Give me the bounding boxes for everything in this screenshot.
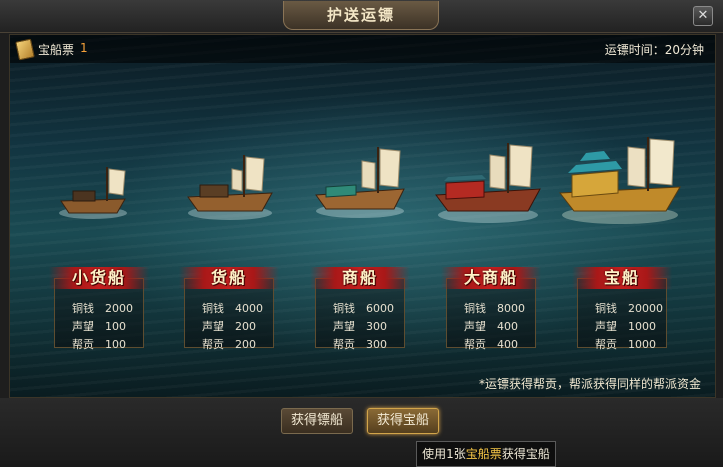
- ship-name: 商船: [310, 267, 410, 289]
- stat-label: 声望: [72, 320, 94, 333]
- get-escort-ship-button[interactable]: 获得镖船: [281, 408, 353, 434]
- ticket-icon: [15, 38, 35, 61]
- stat-label: 帮贡: [72, 338, 94, 351]
- ship-name: 货船: [179, 267, 279, 289]
- stat-row: 帮贡 300: [333, 336, 387, 352]
- stat-label: 声望: [202, 320, 224, 333]
- get-treasure-ship-button[interactable]: 获得宝船: [367, 408, 439, 434]
- stat-row: 铜钱 20000: [595, 300, 663, 316]
- ship-name: 宝船: [572, 267, 672, 289]
- stat-value: 200: [235, 338, 256, 351]
- stat-row: 铜钱 6000: [333, 300, 394, 316]
- stat-value: 4000: [235, 302, 263, 315]
- stat-row: 帮贡 100: [72, 336, 126, 352]
- tooltip: 使用1张宝船票获得宝船: [416, 441, 556, 467]
- ocean-scene: 宝船票 1 运镖时间：20分钟 小货船 铜钱 2000 声望 100 帮贡 10…: [9, 34, 716, 398]
- stat-label: 声望: [464, 320, 486, 333]
- stat-value: 300: [366, 338, 387, 351]
- ship-name: 小货船: [49, 267, 149, 289]
- large-merchant-ship-image[interactable]: [434, 141, 546, 225]
- escort-time: 运镖时间：20分钟: [604, 43, 704, 57]
- stat-label: 帮贡: [595, 338, 617, 351]
- ship-card-small-cargo[interactable]: 小货船 铜钱 2000 声望 100 帮贡 100: [49, 267, 149, 351]
- ship-name: 大商船: [441, 267, 541, 289]
- stat-label: 铜钱: [202, 302, 224, 315]
- stat-label: 帮贡: [464, 338, 486, 351]
- stat-row: 声望 400: [464, 318, 518, 334]
- bottom-bar: [0, 398, 723, 467]
- title-bar: 护送运镖 ✕: [0, 0, 723, 33]
- stat-value: 2000: [105, 302, 133, 315]
- stat-value: 300: [366, 320, 387, 333]
- stat-row: 帮贡 400: [464, 336, 518, 352]
- stat-row: 声望 100: [72, 318, 126, 334]
- stat-label: 铜钱: [595, 302, 617, 315]
- stat-value: 200: [235, 320, 256, 333]
- stat-value: 8000: [497, 302, 525, 315]
- stat-value: 400: [497, 338, 518, 351]
- stat-label: 帮贡: [202, 338, 224, 351]
- stat-value: 100: [105, 320, 126, 333]
- window-title: 护送运镖: [283, 1, 439, 30]
- stat-value: 1000: [628, 320, 656, 333]
- stat-value: 20000: [628, 302, 663, 315]
- merchant-ship-image[interactable]: [312, 145, 412, 221]
- cargo-ship-image[interactable]: [184, 153, 280, 223]
- stat-row: 声望 200: [202, 318, 256, 334]
- stat-row: 帮贡 200: [202, 336, 256, 352]
- stat-label: 帮贡: [333, 338, 355, 351]
- stat-label: 铜钱: [464, 302, 486, 315]
- info-bar: 宝船票 1 运镖时间：20分钟: [10, 35, 715, 63]
- stat-row: 铜钱 2000: [72, 300, 133, 316]
- ticket-count: 1: [80, 41, 88, 55]
- stat-label: 声望: [595, 320, 617, 333]
- stat-row: 铜钱 8000: [464, 300, 525, 316]
- stat-label: 铜钱: [333, 302, 355, 315]
- tooltip-prefix: 使用1张: [422, 447, 466, 461]
- stat-value: 6000: [366, 302, 394, 315]
- stat-label: 声望: [333, 320, 355, 333]
- ship-card-treasure[interactable]: 宝船 铜钱 20000 声望 1000 帮贡 1000: [572, 267, 672, 351]
- tooltip-suffix: 获得宝船: [501, 447, 550, 461]
- treasure-ship-image[interactable]: [558, 135, 688, 227]
- ticket-label: 宝船票: [38, 43, 75, 57]
- stat-row: 声望 300: [333, 318, 387, 334]
- stat-value: 400: [497, 320, 518, 333]
- stat-label: 铜钱: [72, 302, 94, 315]
- stat-row: 铜钱 4000: [202, 300, 263, 316]
- close-icon[interactable]: ✕: [693, 6, 713, 26]
- tooltip-highlight: 宝船票: [465, 447, 502, 461]
- small-cargo-ship-image[interactable]: [55, 163, 135, 223]
- stat-value: 100: [105, 338, 126, 351]
- ship-card-large-merchant[interactable]: 大商船 铜钱 8000 声望 400 帮贡 400: [441, 267, 541, 351]
- stat-row: 帮贡 1000: [595, 336, 656, 352]
- ship-card-merchant[interactable]: 商船 铜钱 6000 声望 300 帮贡 300: [310, 267, 410, 351]
- escort-window: 护送运镖 ✕ 宝船票 1 运镖时间：20分钟 小货船 铜钱 2000 声望 10…: [0, 0, 723, 467]
- stat-row: 声望 1000: [595, 318, 656, 334]
- stat-value: 1000: [628, 338, 656, 351]
- ship-card-cargo[interactable]: 货船 铜钱 4000 声望 200 帮贡 200: [179, 267, 279, 351]
- reward-note: *运镖获得帮贡，帮派获得同样的帮派资金: [478, 377, 701, 391]
